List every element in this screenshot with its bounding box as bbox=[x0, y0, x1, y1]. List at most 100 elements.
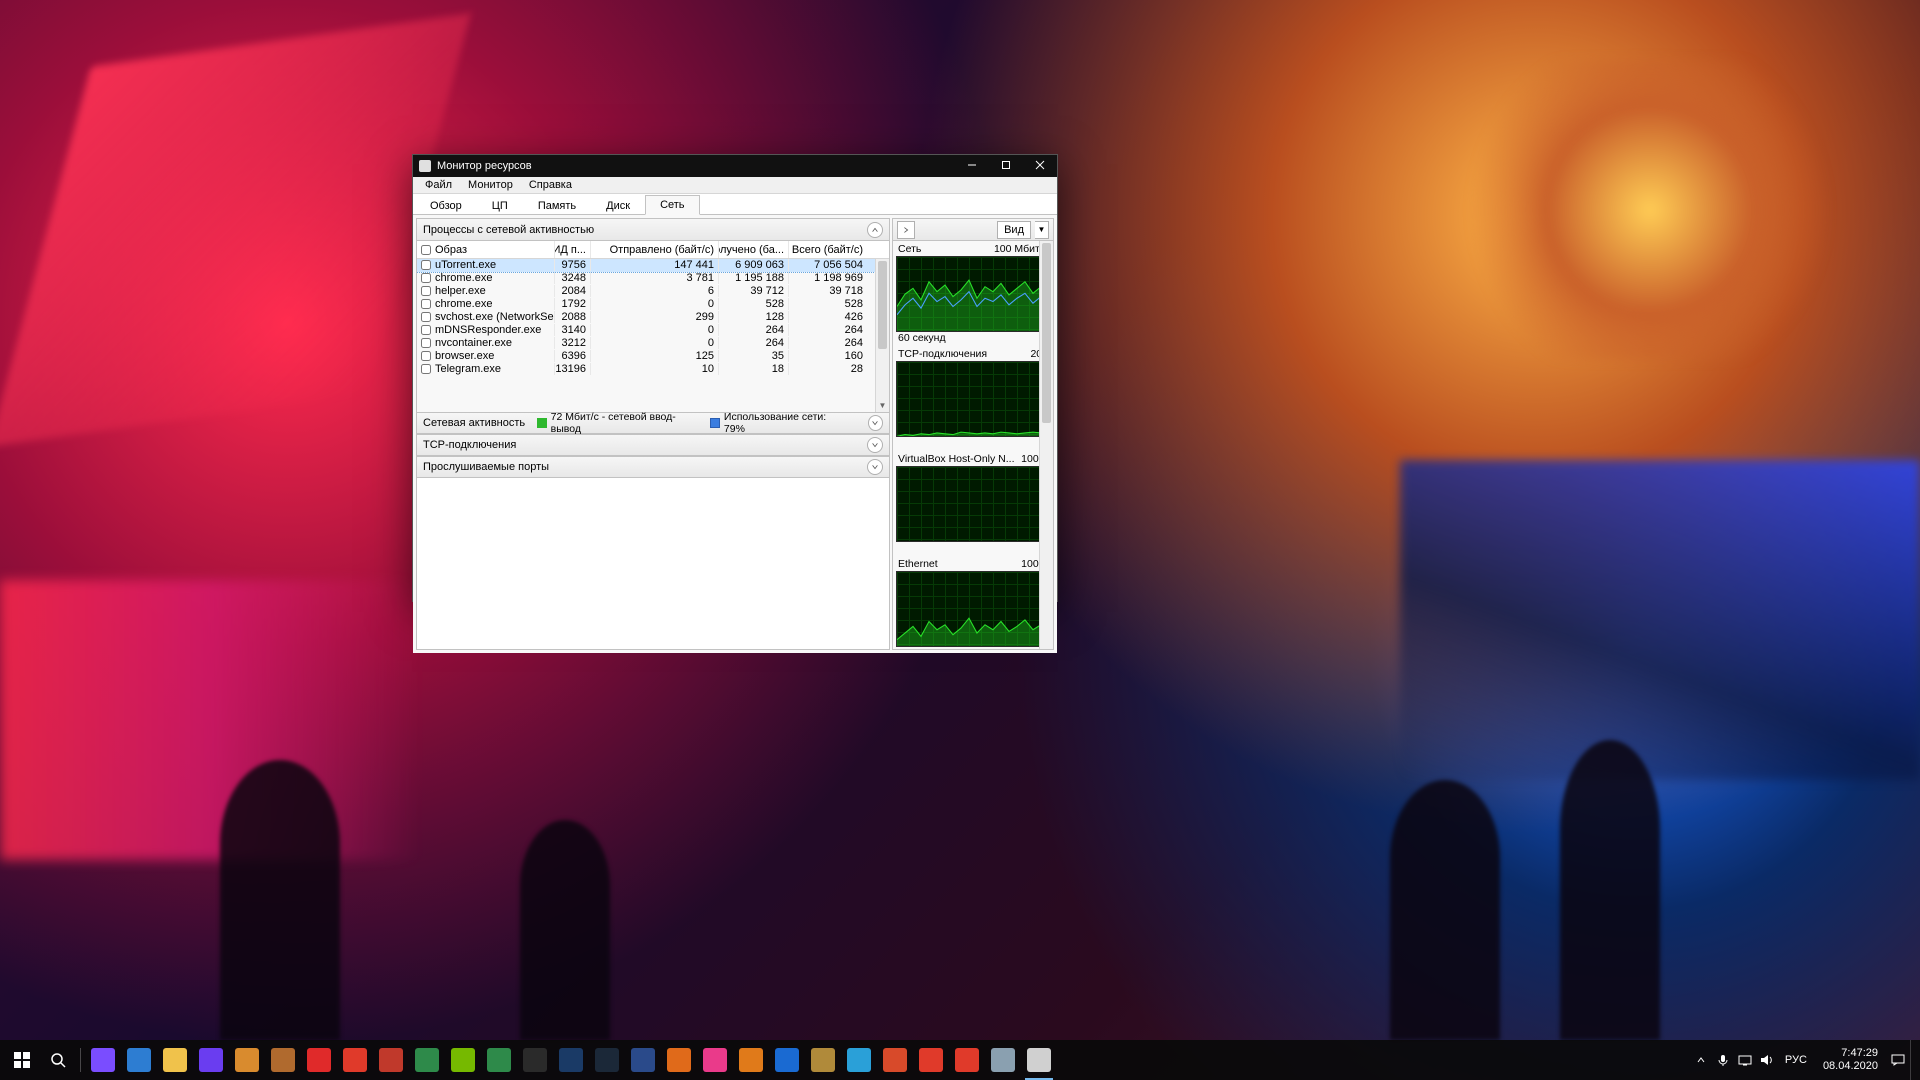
section-processes-title: Процессы с сетевой активностью bbox=[423, 224, 594, 236]
taskbar-app-app-blue-circle[interactable] bbox=[769, 1040, 805, 1080]
taskbar-app-yandex[interactable] bbox=[913, 1040, 949, 1080]
menu-help[interactable]: Справка bbox=[521, 177, 580, 193]
taskbar-app-store[interactable] bbox=[229, 1040, 265, 1080]
taskbar-app-telegram[interactable] bbox=[841, 1040, 877, 1080]
tab-disk[interactable]: Диск bbox=[591, 196, 645, 215]
taskbar-app-ccleaner[interactable] bbox=[337, 1040, 373, 1080]
taskbar-app-app-gold[interactable] bbox=[805, 1040, 841, 1080]
cell-image: browser.exe bbox=[435, 350, 494, 362]
taskbar-app-nvidia[interactable] bbox=[445, 1040, 481, 1080]
tab-overview[interactable]: Обзор bbox=[415, 196, 477, 215]
row-checkbox[interactable] bbox=[421, 260, 431, 270]
nav-arrow-button[interactable] bbox=[897, 221, 915, 239]
taskbar-app-utorrent[interactable] bbox=[481, 1040, 517, 1080]
table-row[interactable]: svchost.exe (NetworkService...2088299128… bbox=[417, 311, 889, 324]
taskbar-app-explorer[interactable] bbox=[157, 1040, 193, 1080]
col-sent[interactable]: Отправлено (байт/с) bbox=[591, 241, 719, 258]
row-checkbox[interactable] bbox=[421, 338, 431, 348]
scroll-thumb[interactable] bbox=[1042, 243, 1051, 423]
graph-canvas bbox=[896, 361, 1050, 437]
table-row[interactable]: chrome.exe32483 7811 195 1881 198 969 bbox=[417, 272, 889, 285]
col-pid[interactable]: ИД п... bbox=[555, 241, 591, 258]
wallpaper-figure bbox=[520, 820, 610, 1040]
taskbar-app-epic[interactable] bbox=[517, 1040, 553, 1080]
view-button[interactable]: Вид bbox=[997, 221, 1031, 239]
cell-sent: 125 bbox=[591, 350, 719, 362]
row-checkbox[interactable] bbox=[421, 286, 431, 296]
table-row[interactable]: mDNSResponder.exe31400264264 bbox=[417, 324, 889, 337]
tray-network-icon[interactable] bbox=[1735, 1040, 1755, 1080]
col-recv[interactable]: Получено (ба... bbox=[719, 241, 789, 258]
chevron-down-icon[interactable] bbox=[867, 459, 883, 475]
col-total[interactable]: Всего (байт/с) bbox=[789, 241, 867, 258]
taskbar-app-photoshop[interactable] bbox=[553, 1040, 589, 1080]
tray-clock[interactable]: 7:47:29 08.04.2020 bbox=[1815, 1047, 1886, 1073]
taskbar-app-firefox[interactable] bbox=[661, 1040, 697, 1080]
show-desktop-button[interactable] bbox=[1910, 1040, 1916, 1080]
row-checkbox[interactable] bbox=[421, 364, 431, 374]
chevron-down-icon[interactable] bbox=[868, 415, 883, 431]
taskbar-app-app-circle-red[interactable] bbox=[373, 1040, 409, 1080]
taskbar-app-steam[interactable] bbox=[589, 1040, 625, 1080]
section-ports-header[interactable]: Прослушиваемые порты bbox=[417, 456, 889, 478]
taskbar-app-itunes[interactable] bbox=[697, 1040, 733, 1080]
select-all-checkbox[interactable] bbox=[421, 245, 431, 255]
table-row[interactable]: browser.exe639612535160 bbox=[417, 350, 889, 363]
menu-monitor[interactable]: Монитор bbox=[460, 177, 521, 193]
table-row[interactable]: Telegram.exe13196101828 bbox=[417, 363, 889, 376]
row-checkbox[interactable] bbox=[421, 273, 431, 283]
right-pane-scrollbar[interactable] bbox=[1039, 241, 1053, 649]
menu-file[interactable]: Файл bbox=[417, 177, 460, 193]
cell-total: 39 718 bbox=[789, 285, 867, 297]
taskbar-app-amd[interactable] bbox=[301, 1040, 337, 1080]
tray-overflow-button[interactable] bbox=[1691, 1040, 1711, 1080]
taskbar-app-app-notes[interactable] bbox=[985, 1040, 1021, 1080]
table-row[interactable]: nvcontainer.exe32120264264 bbox=[417, 337, 889, 350]
taskbar-app-vlc[interactable] bbox=[733, 1040, 769, 1080]
cell-total: 7 056 504 bbox=[789, 259, 867, 271]
taskbar-app-app-purple[interactable] bbox=[193, 1040, 229, 1080]
taskbar-app-utorrent-web[interactable] bbox=[409, 1040, 445, 1080]
tray-microphone-icon[interactable] bbox=[1713, 1040, 1733, 1080]
section-net-activity-header[interactable]: Сетевая активность 72 Мбит/с - сетевой в… bbox=[417, 412, 889, 434]
taskbar-app-app-cube[interactable] bbox=[625, 1040, 661, 1080]
scroll-down-icon[interactable]: ▼ bbox=[876, 398, 889, 412]
scroll-thumb[interactable] bbox=[878, 261, 887, 349]
tab-memory[interactable]: Память bbox=[523, 196, 591, 215]
titlebar[interactable]: Монитор ресурсов bbox=[413, 155, 1057, 177]
taskbar-app-photos[interactable] bbox=[265, 1040, 301, 1080]
cell-pid: 2084 bbox=[555, 285, 591, 297]
taskbar-app-chrome[interactable] bbox=[877, 1040, 913, 1080]
taskbar-app-mail[interactable] bbox=[121, 1040, 157, 1080]
cell-sent: 6 bbox=[591, 285, 719, 297]
maximize-button[interactable] bbox=[989, 155, 1023, 177]
tray-volume-icon[interactable] bbox=[1757, 1040, 1777, 1080]
graph-title: VirtualBox Host-Only N... bbox=[898, 453, 1015, 465]
table-row[interactable]: helper.exe2084639 71239 718 bbox=[417, 285, 889, 298]
tab-network[interactable]: Сеть bbox=[645, 195, 699, 215]
row-checkbox[interactable] bbox=[421, 325, 431, 335]
taskbar-app-resource-monitor[interactable] bbox=[1021, 1040, 1057, 1080]
col-image[interactable]: Образ bbox=[417, 241, 555, 258]
section-tcp-header[interactable]: TCP-подключения bbox=[417, 434, 889, 456]
action-center-button[interactable] bbox=[1888, 1040, 1908, 1080]
row-checkbox[interactable] bbox=[421, 299, 431, 309]
table-row[interactable]: uTorrent.exe9756147 4416 909 0637 056 50… bbox=[417, 259, 889, 272]
minimize-button[interactable] bbox=[955, 155, 989, 177]
taskbar-app-yandex-search[interactable] bbox=[949, 1040, 985, 1080]
table-scrollbar[interactable]: ▲ ▼ bbox=[875, 259, 889, 412]
tray-language[interactable]: РУС bbox=[1779, 1054, 1813, 1066]
close-button[interactable] bbox=[1023, 155, 1057, 177]
view-dropdown-button[interactable]: ▼ bbox=[1035, 221, 1049, 239]
row-checkbox[interactable] bbox=[421, 312, 431, 322]
chevron-up-icon[interactable] bbox=[867, 222, 883, 238]
start-button[interactable] bbox=[4, 1040, 40, 1080]
chevron-down-icon[interactable] bbox=[867, 437, 883, 453]
table-row[interactable]: chrome.exe17920528528 bbox=[417, 298, 889, 311]
search-button[interactable] bbox=[40, 1040, 76, 1080]
row-checkbox[interactable] bbox=[421, 351, 431, 361]
resource-monitor-window: Монитор ресурсов Файл Монитор Справка Об… bbox=[412, 154, 1058, 602]
section-processes-header[interactable]: Процессы с сетевой активностью bbox=[417, 219, 889, 241]
tab-cpu[interactable]: ЦП bbox=[477, 196, 523, 215]
taskbar-app-yandex-alice[interactable] bbox=[85, 1040, 121, 1080]
